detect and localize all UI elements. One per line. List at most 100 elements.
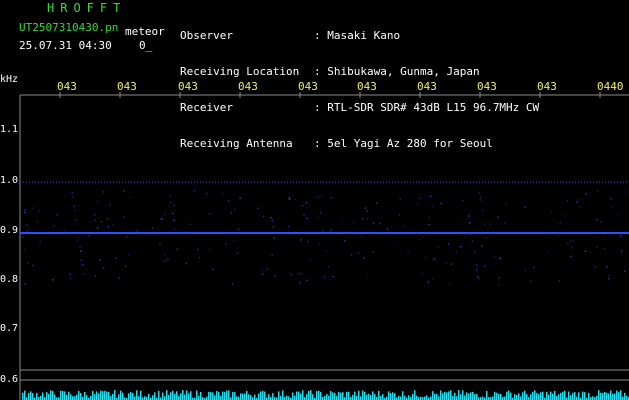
noise-dot	[350, 254, 353, 256]
y-tick-label: 0.8	[0, 274, 19, 285]
noise-dot	[163, 213, 166, 215]
noise-dot	[474, 250, 476, 253]
noise-dot	[611, 206, 614, 209]
spectrum-bar	[552, 393, 554, 400]
spectrum-bar	[426, 395, 428, 400]
noise-dot	[22, 236, 24, 238]
spectrum-bar	[562, 391, 564, 400]
spectrum-bar	[236, 396, 238, 400]
noise-dot	[579, 205, 581, 208]
spectrum-bar	[100, 390, 102, 400]
spectrum-bar	[612, 393, 614, 400]
x-tick-label: 043	[477, 80, 497, 93]
noise-dot	[24, 248, 26, 251]
noise-dot	[95, 232, 97, 234]
spectrum-bar	[514, 394, 516, 400]
noise-dot	[321, 231, 324, 234]
spectrum-bar	[318, 390, 320, 400]
noise-dot	[558, 280, 561, 282]
noise-dot	[77, 232, 79, 234]
noise-dot	[102, 191, 105, 193]
info-sep: :	[314, 137, 321, 150]
noise-dot	[578, 199, 580, 201]
spectrum-bar	[188, 393, 190, 400]
noise-dot	[261, 273, 264, 275]
noise-dot	[126, 236, 128, 238]
noise-dot	[571, 246, 573, 249]
noise-dot	[330, 229, 332, 231]
spectrum-bar	[592, 396, 594, 400]
noise-dot	[165, 260, 167, 263]
noise-dot	[479, 199, 481, 201]
noise-dot	[307, 240, 309, 243]
spectrum-bar	[66, 394, 68, 400]
noise-dot	[162, 260, 165, 262]
spectrum-bar	[40, 395, 42, 400]
spectrum-bar	[52, 390, 54, 400]
spectrum-bar	[550, 391, 552, 400]
spectrum-bar	[500, 393, 502, 400]
spectrum-bar	[556, 396, 558, 400]
noise-dot	[437, 246, 439, 248]
spectrum-bar	[358, 390, 360, 400]
noise-dot	[266, 268, 268, 270]
noise-dot	[530, 280, 532, 283]
spectrum-bar	[308, 390, 310, 400]
spectrum-bar	[462, 390, 464, 400]
noise-dot	[294, 198, 296, 201]
noise-dot	[462, 199, 464, 202]
noise-dot	[504, 222, 506, 224]
noise-dot	[128, 254, 130, 256]
noise-dot	[74, 210, 76, 212]
spectrum-bar	[46, 392, 48, 400]
noise-dot	[353, 221, 355, 223]
noise-dot	[302, 204, 304, 207]
noise-dot	[424, 256, 427, 259]
noise-dot	[233, 208, 236, 211]
spectrum-bar	[306, 394, 308, 400]
spectrum-bar	[24, 390, 26, 400]
spectrum-bar	[92, 391, 94, 400]
spectrum-bar	[176, 391, 178, 400]
noise-dot	[403, 225, 405, 227]
noise-dot	[52, 279, 54, 281]
noise-dot	[169, 194, 171, 197]
noise-dot	[78, 237, 80, 239]
spectrum-bar	[74, 396, 76, 400]
noise-dot	[173, 228, 176, 230]
spectrum-bar	[70, 394, 72, 400]
noise-dot	[24, 283, 26, 285]
noise-dot	[168, 205, 171, 208]
noise-dot	[123, 216, 125, 218]
spectrum-bar	[438, 396, 440, 400]
noise-dot	[305, 231, 308, 234]
noise-dot	[72, 196, 74, 198]
noise-dot	[596, 246, 598, 249]
spectrum-bar	[294, 395, 296, 400]
noise-dot	[24, 211, 26, 214]
spectrum-bar	[108, 391, 110, 400]
spectrum-bar	[492, 396, 494, 400]
noise-dot	[618, 232, 620, 234]
spectrum-bar	[262, 390, 264, 400]
spectrum-bar	[424, 396, 426, 400]
spectrum-bar	[296, 391, 298, 400]
spectrum-bar	[246, 390, 248, 400]
spectrum-bar	[180, 393, 182, 400]
spectrum-bar	[444, 391, 446, 400]
spectrum-bar	[114, 390, 116, 400]
noise-dot	[76, 223, 78, 225]
spectrum-bar	[624, 392, 626, 400]
y-tick-label: 1.0	[0, 175, 19, 186]
noise-dot	[318, 243, 321, 245]
noise-dot	[81, 264, 84, 266]
noise-dot	[603, 247, 606, 250]
spectrum-bar	[458, 390, 460, 400]
noise-dot	[460, 220, 463, 222]
y-axis-unit: kHz	[0, 74, 19, 85]
spectrum-bar	[324, 396, 326, 400]
spectrum-bar	[36, 393, 38, 400]
spectrum-bar	[54, 394, 56, 400]
spectrum-bar	[196, 390, 198, 400]
noise-dot	[237, 228, 240, 230]
